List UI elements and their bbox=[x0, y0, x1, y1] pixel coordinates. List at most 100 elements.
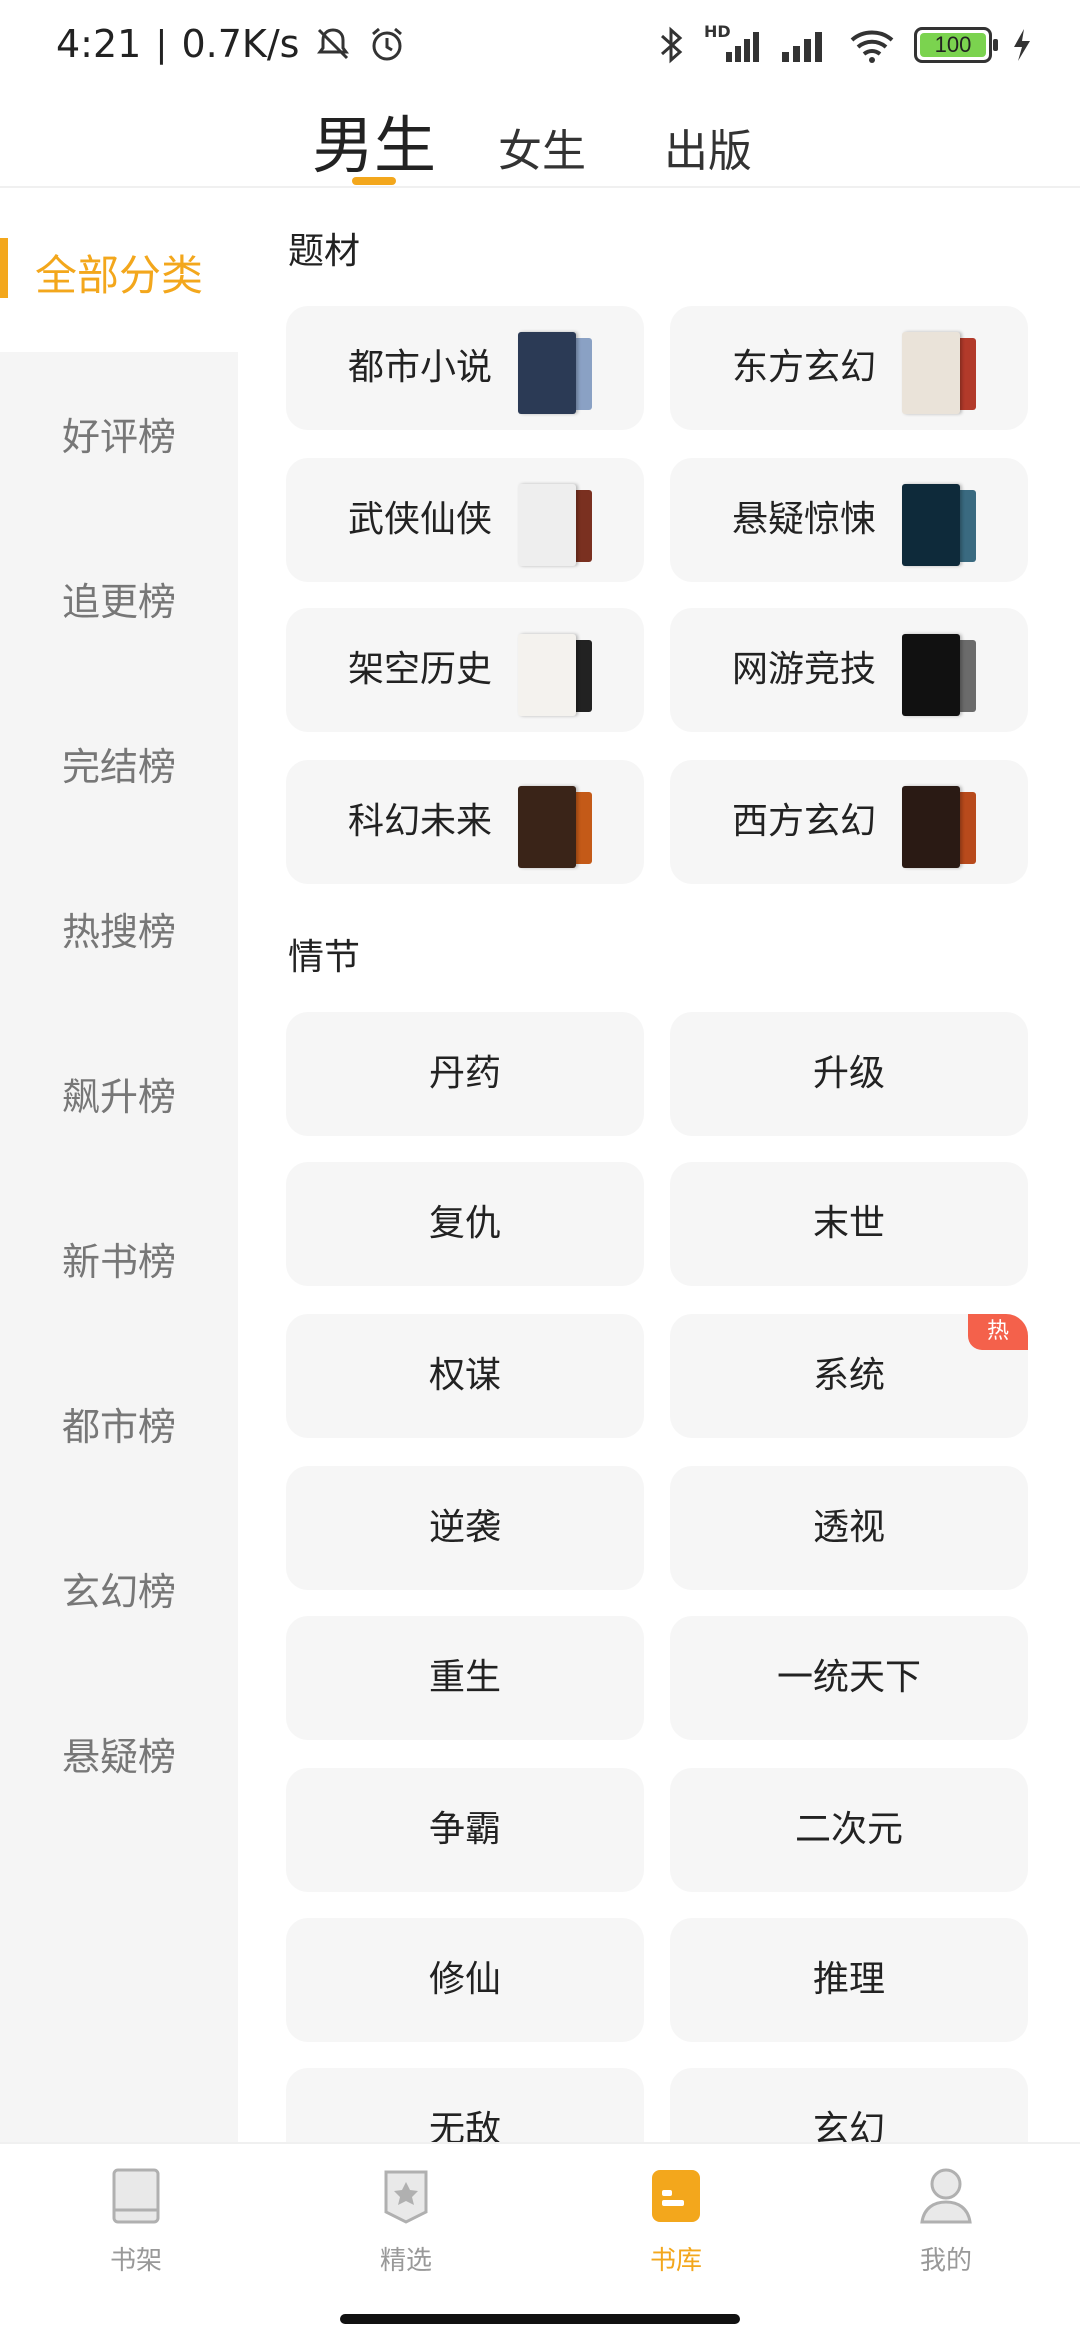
nav-profile[interactable]: 我的 bbox=[876, 2164, 1016, 2277]
battery-icon: 100 bbox=[914, 27, 998, 63]
book-cover-image bbox=[518, 328, 598, 414]
cover-front bbox=[902, 786, 960, 868]
sidebar-item-rising[interactable]: 飙升榜 bbox=[0, 1066, 238, 1121]
status-net-speed: 0.7K/s bbox=[181, 22, 300, 66]
plot-card[interactable]: 末世 bbox=[670, 1162, 1028, 1286]
plot-label: 透视 bbox=[812, 1507, 885, 1548]
theme-label: 网游竞技 bbox=[732, 649, 877, 690]
plot-card[interactable]: 二次元 bbox=[670, 1768, 1028, 1892]
plot-label: 复仇 bbox=[428, 1203, 501, 1244]
book-cover-image bbox=[902, 630, 982, 716]
plot-label: 权谋 bbox=[428, 1355, 501, 1396]
plot-label: 逆袭 bbox=[428, 1507, 501, 1548]
bell-off-icon bbox=[317, 28, 350, 60]
featured-icon bbox=[384, 2170, 428, 2224]
cover-front bbox=[518, 786, 576, 868]
plot-card[interactable]: 争霸 bbox=[286, 1768, 644, 1892]
theme-label: 武侠仙侠 bbox=[348, 499, 493, 540]
plot-label: 推理 bbox=[812, 1959, 885, 2000]
nav-bookshelf[interactable]: 书架 bbox=[66, 2164, 206, 2277]
bookshelf-icon bbox=[112, 2168, 160, 2224]
theme-card-eastern-fantasy[interactable]: 东方玄幻 bbox=[670, 306, 1028, 430]
theme-label: 都市小说 bbox=[348, 347, 493, 388]
cover-front bbox=[902, 634, 960, 716]
plot-card[interactable]: 丹药 bbox=[286, 1012, 644, 1136]
sidebar-item-all[interactable]: 全部分类 bbox=[0, 242, 238, 303]
plot-label: 争霸 bbox=[428, 1809, 501, 1850]
nav-featured[interactable]: 精选 bbox=[336, 2164, 476, 2277]
tab-female[interactable]: 女生 bbox=[498, 115, 586, 179]
nav-library[interactable]: 书库 bbox=[606, 2164, 746, 2277]
gender-tabs: 男生 女生 出版 bbox=[0, 95, 1080, 185]
nav-label: 精选 bbox=[379, 2246, 432, 2276]
plot-label: 丹药 bbox=[428, 1053, 501, 1094]
plot-card[interactable]: 重生 bbox=[286, 1616, 644, 1740]
nav-label: 我的 bbox=[919, 2246, 972, 2276]
sidebar-item-mystery[interactable]: 悬疑榜 bbox=[0, 1726, 238, 1781]
nav-label: 书架 bbox=[109, 2246, 162, 2276]
sidebar-item-completed[interactable]: 完结榜 bbox=[0, 736, 238, 791]
theme-card-scifi[interactable]: 科幻未来 bbox=[286, 760, 644, 884]
status-separator: | bbox=[155, 23, 168, 65]
theme-label: 东方玄幻 bbox=[732, 347, 877, 388]
plot-label: 一统天下 bbox=[776, 1657, 921, 1698]
cover-front bbox=[518, 634, 576, 716]
status-bar: 4:21 | 0.7K/s HD 100 bbox=[0, 0, 1080, 90]
profile-icon bbox=[920, 2168, 972, 2224]
home-indicator bbox=[340, 2314, 740, 2324]
theme-label: 科幻未来 bbox=[348, 801, 493, 842]
status-time: 4:21 bbox=[56, 22, 142, 66]
book-cover-image bbox=[902, 328, 982, 414]
sidebar-item-fantasy[interactable]: 玄幻榜 bbox=[0, 1561, 238, 1616]
theme-card-suspense[interactable]: 悬疑惊悚 bbox=[670, 458, 1028, 582]
theme-card-western-fantasy[interactable]: 西方玄幻 bbox=[670, 760, 1028, 884]
plot-card[interactable]: 修仙 bbox=[286, 1918, 644, 2042]
theme-card-alt-history[interactable]: 架空历史 bbox=[286, 608, 644, 732]
theme-label: 架空历史 bbox=[348, 649, 493, 690]
signal-hd-icon: HD bbox=[704, 22, 760, 66]
cover-front bbox=[518, 332, 576, 414]
theme-card-gaming[interactable]: 网游竞技 bbox=[670, 608, 1028, 732]
cover-front bbox=[518, 484, 576, 566]
theme-label: 悬疑惊悚 bbox=[732, 499, 877, 540]
book-cover-image bbox=[902, 782, 982, 868]
nav-label: 书库 bbox=[649, 2246, 702, 2276]
battery-level: 100 bbox=[934, 32, 972, 57]
cover-front bbox=[902, 484, 960, 566]
plot-card[interactable]: 权谋 bbox=[286, 1314, 644, 1438]
tab-active-indicator bbox=[352, 177, 396, 185]
tab-publish[interactable]: 出版 bbox=[664, 115, 752, 179]
plot-card[interactable]: 复仇 bbox=[286, 1162, 644, 1286]
hot-badge: 热 bbox=[968, 1314, 1028, 1350]
plot-card[interactable]: 一统天下 bbox=[670, 1616, 1028, 1740]
theme-card-urban[interactable]: 都市小说 bbox=[286, 306, 644, 430]
sidebar-item-following[interactable]: 追更榜 bbox=[0, 571, 238, 626]
book-cover-image bbox=[518, 630, 598, 716]
alarm-icon bbox=[372, 27, 403, 61]
sidebar-item-hot-search[interactable]: 热搜榜 bbox=[0, 901, 238, 956]
bluetooth-icon bbox=[661, 26, 683, 64]
sidebar: 全部分类 好评榜 追更榜 完结榜 热搜榜 飙升榜 新书榜 都市榜 玄幻榜 悬疑榜 bbox=[0, 188, 238, 2142]
plot-label: 重生 bbox=[428, 1657, 501, 1698]
plot-label: 修仙 bbox=[428, 1959, 501, 2000]
plot-label: 末世 bbox=[812, 1203, 885, 1244]
plot-card[interactable]: 系统 热 bbox=[670, 1314, 1028, 1438]
book-cover-image bbox=[518, 782, 598, 868]
sidebar-item-new-books[interactable]: 新书榜 bbox=[0, 1231, 238, 1286]
charging-icon bbox=[1014, 29, 1030, 61]
sidebar-item-good-reviews[interactable]: 好评榜 bbox=[0, 406, 238, 461]
theme-card-wuxia[interactable]: 武侠仙侠 bbox=[286, 458, 644, 582]
signal-icon bbox=[782, 32, 822, 62]
library-icon bbox=[652, 2170, 700, 2222]
plot-card[interactable]: 逆袭 bbox=[286, 1466, 644, 1590]
plot-label: 升级 bbox=[812, 1053, 885, 1094]
tab-male[interactable]: 男生 bbox=[312, 95, 436, 185]
plot-card[interactable]: 推理 bbox=[670, 1918, 1028, 2042]
theme-label: 西方玄幻 bbox=[732, 801, 877, 842]
section-title-plot: 情节 bbox=[288, 937, 361, 978]
book-cover-image bbox=[902, 480, 982, 566]
plot-card[interactable]: 升级 bbox=[670, 1012, 1028, 1136]
sidebar-item-urban[interactable]: 都市榜 bbox=[0, 1396, 238, 1451]
plot-card[interactable]: 透视 bbox=[670, 1466, 1028, 1590]
wifi-icon bbox=[850, 30, 894, 63]
